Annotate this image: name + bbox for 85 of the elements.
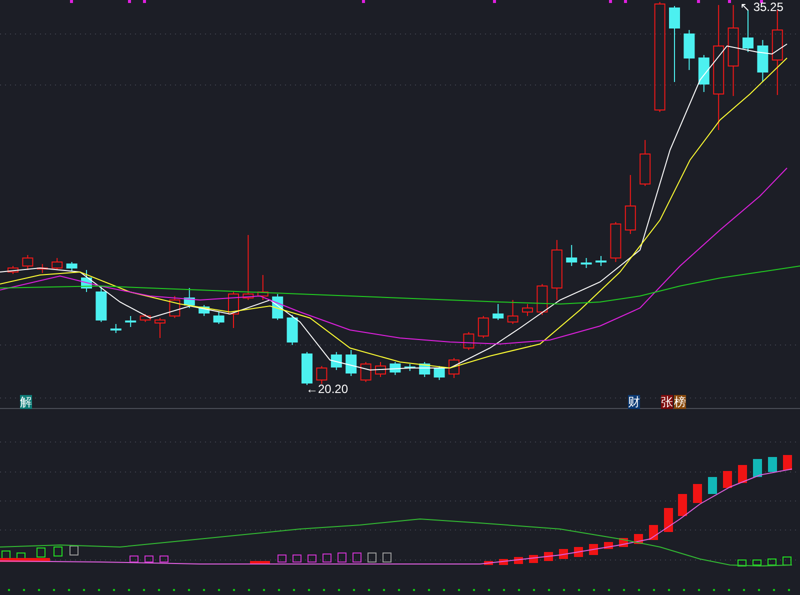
indicator-bar	[559, 549, 568, 559]
indicator-bar	[753, 459, 762, 477]
indicator-bar	[693, 484, 702, 503]
candlestick	[346, 350, 357, 376]
candlestick	[390, 362, 401, 376]
indicator-bar	[160, 556, 168, 562]
candlestick	[463, 332, 474, 350]
candlestick	[316, 366, 328, 384]
indicator-bar	[738, 560, 746, 566]
candlestick	[404, 364, 416, 372]
indicator-bar	[649, 525, 658, 540]
indicator-bar	[130, 556, 138, 562]
indicator-bar	[752, 560, 762, 566]
indicator-bar	[783, 455, 792, 470]
indicator-bar	[250, 561, 270, 564]
low-price-label: ←20.20	[306, 383, 348, 395]
indicator-bar	[738, 465, 747, 483]
candlestick	[22, 254, 34, 270]
indicator-bar	[292, 554, 302, 562]
candlestick	[448, 358, 460, 378]
candlestick	[52, 258, 63, 270]
indicator-bar	[338, 552, 346, 562]
event-badge: 财	[628, 395, 640, 409]
indicator-bar	[589, 544, 598, 555]
indicator-bar	[768, 457, 777, 472]
candlestick	[551, 240, 562, 300]
candlestick	[242, 234, 254, 300]
candlestick	[624, 174, 636, 234]
event-badge: 榜	[674, 395, 686, 409]
candlestick	[698, 54, 710, 92]
candlestick	[8, 266, 18, 274]
high-price-label: ↖ 35.25	[740, 1, 784, 13]
candlestick	[169, 296, 180, 318]
indicator-bar	[708, 477, 717, 494]
candlestick	[125, 316, 136, 328]
candlestick	[213, 312, 224, 324]
candlestick	[580, 258, 592, 268]
candlestick	[610, 222, 622, 262]
indicator-bar	[782, 556, 792, 566]
indicator-bar	[368, 552, 376, 562]
candlestick	[536, 284, 548, 316]
candlestick	[184, 288, 195, 308]
candlestick	[507, 300, 518, 324]
indicator-bar	[54, 546, 62, 556]
candlestick	[302, 352, 312, 386]
indicator-bar	[70, 546, 78, 556]
indicator-bar	[352, 552, 362, 562]
candlestick	[684, 30, 695, 70]
indicator-bar	[664, 508, 673, 532]
candlestick	[478, 316, 489, 338]
candlestick	[492, 304, 504, 320]
candlestick	[434, 366, 445, 380]
indicator-bar	[322, 554, 332, 562]
candlestick	[66, 262, 78, 272]
candlestick	[96, 286, 107, 322]
candlestick	[198, 304, 210, 316]
candlestick	[110, 324, 122, 334]
indicator-bar	[484, 561, 493, 565]
candlestick	[419, 362, 430, 378]
event-badge: 解	[20, 395, 32, 409]
candlestick	[596, 256, 606, 266]
indicator-bar	[382, 552, 392, 562]
candlestick	[522, 304, 533, 316]
candlestick	[286, 314, 298, 346]
indicator-bar	[768, 558, 776, 566]
candlestick	[154, 318, 166, 338]
candlestick	[757, 40, 768, 82]
candlestick	[330, 352, 342, 370]
indicator-bar	[278, 554, 286, 562]
indicator-bar	[678, 494, 687, 516]
candlestick	[140, 314, 151, 322]
candlestick	[81, 270, 92, 292]
indicator-bar	[723, 471, 732, 488]
candlestick	[566, 244, 578, 266]
indicator-bar	[574, 547, 583, 557]
candlestick	[228, 292, 239, 328]
candlestick	[742, 10, 754, 52]
candlestick	[375, 362, 386, 378]
candlestick	[36, 264, 48, 274]
candlestick	[360, 362, 372, 382]
event-badge: 张	[661, 395, 673, 409]
candlestick	[257, 274, 268, 300]
indicator-bar	[308, 554, 316, 562]
indicator-bar	[144, 556, 154, 562]
candlestick	[640, 140, 651, 186]
